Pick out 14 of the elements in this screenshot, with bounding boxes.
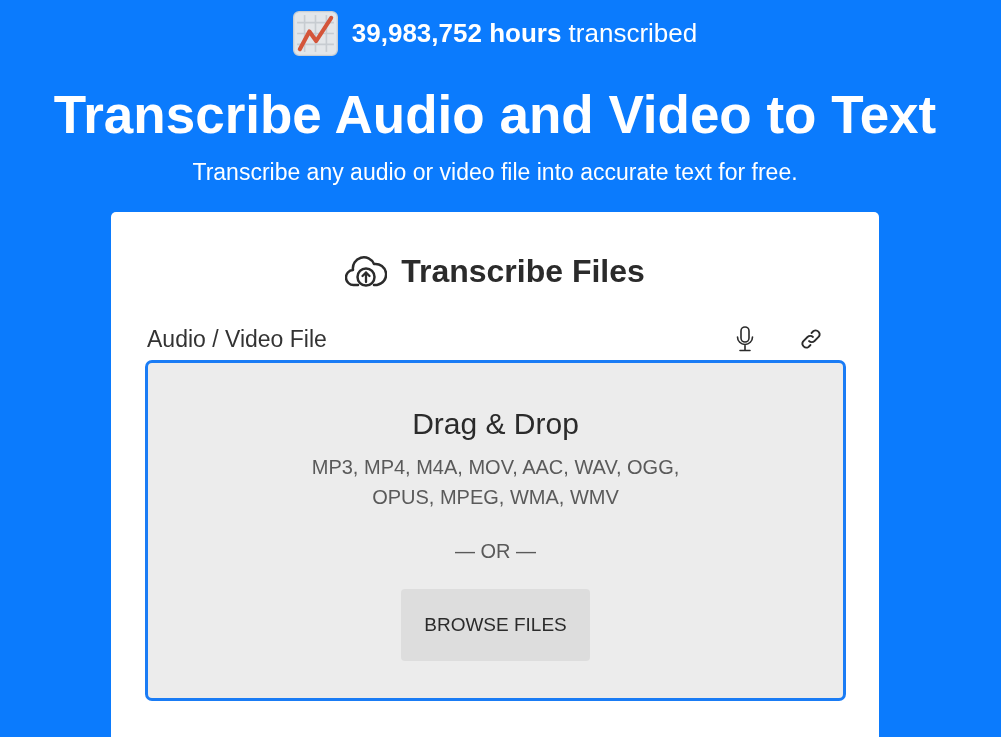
file-drop-zone[interactable]: Drag & Drop MP3, MP4, M4A, MOV, AAC, WAV, OGG, OPUS, MPEG, WMA, WMV — OR — BROWSE FILES [145, 360, 846, 701]
hours-transcribed-stat: 39,983,752 hours transcribed [351, 20, 698, 46]
chart-increasing-icon [292, 10, 338, 56]
supported-formats: MP3, MP4, M4A, MOV, AAC, WAV, OGG, OPUS, MPEG, WMA, WMV [310, 455, 681, 510]
drop-zone-heading: Drag & Drop [412, 409, 579, 439]
or-separator: — OR — [454, 541, 537, 561]
page-subtitle: Transcribe any audio or video file into accurate text for free. [192, 158, 798, 187]
microphone-icon[interactable] [735, 326, 755, 352]
browse-files-button[interactable]: BROWSE FILES [401, 589, 590, 661]
link-icon[interactable] [799, 327, 823, 351]
cloud-upload-icon [345, 254, 388, 288]
card-title: Transcribe Files [401, 255, 645, 287]
field-label: Audio / Video File [147, 328, 327, 352]
page-title: Transcribe Audio and Video to Text [53, 88, 937, 141]
